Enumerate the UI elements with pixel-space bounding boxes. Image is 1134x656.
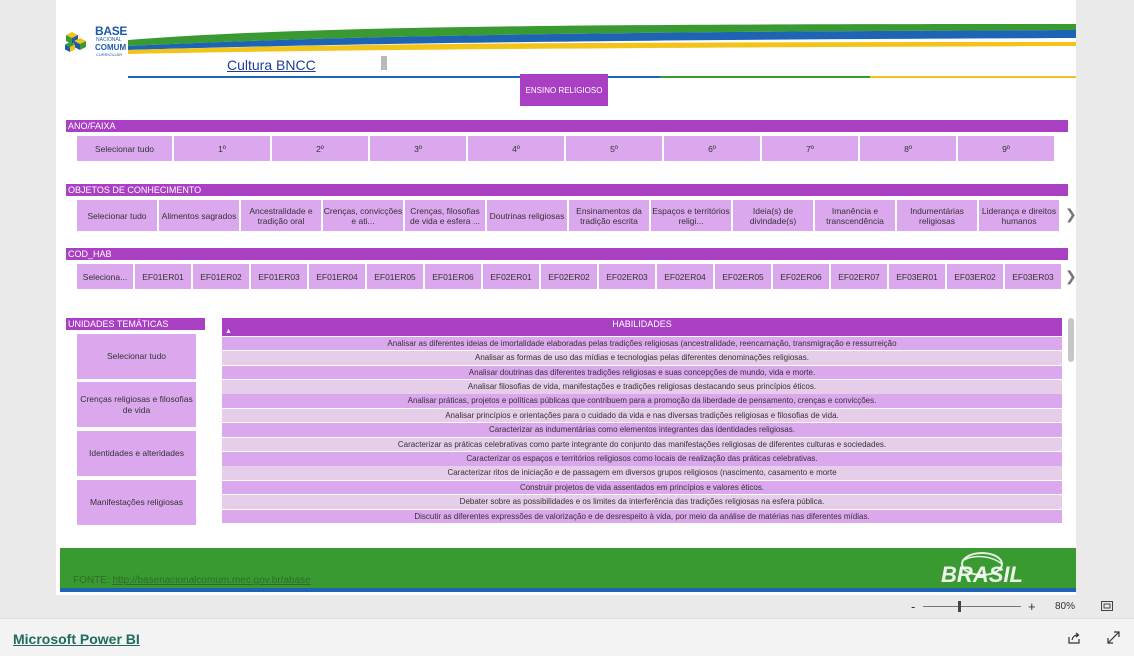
cod-option[interactable]: EF02ER03: [599, 264, 655, 289]
status-bar: [0, 596, 1134, 618]
objetos-slicer: Selecionar tudo Alimentos sagrados Ances…: [77, 200, 1059, 231]
ano-option-selecionar-tudo[interactable]: Selecionar tudo: [77, 136, 172, 161]
objeto-option[interactable]: Alimentos sagrados: [159, 200, 239, 231]
logo-text-comum: COMUM: [95, 43, 127, 52]
fit-to-page-icon[interactable]: [1101, 601, 1113, 611]
table-row[interactable]: Debater sobre as possibilidades e os lim…: [222, 495, 1062, 509]
ano-option-1[interactable]: 1º: [174, 136, 270, 161]
expand-icon[interactable]: [1107, 631, 1120, 644]
fonte-text: FONTE: http://basenacionalcomum.mec.gov.…: [73, 575, 311, 586]
ano-option-9[interactable]: 9º: [958, 136, 1054, 161]
cod-option[interactable]: EF02ER05: [715, 264, 771, 289]
title-scroll-marker: [381, 56, 387, 70]
cod-option[interactable]: EF03ER03: [1005, 264, 1061, 289]
zoom-level: 80%: [1055, 601, 1076, 612]
ensino-religioso-button[interactable]: ENSINO RELIGIOSO: [520, 74, 608, 106]
cubes-icon: [65, 32, 86, 52]
cod-option[interactable]: EF02ER06: [773, 264, 829, 289]
unidades-header: UNIDADES TEMÁTICAS: [66, 318, 205, 330]
objetos-header: OBJETOS DE CONHECIMENTO: [66, 184, 1068, 196]
cod-hab-header: COD_HAB: [66, 248, 1068, 260]
objeto-option[interactable]: Ideia(s) de divindade(s): [733, 200, 813, 231]
unidade-option[interactable]: Crenças religiosas e filosofias de vida: [77, 382, 196, 427]
habilidades-title: HABILIDADES: [612, 319, 672, 329]
objeto-option[interactable]: Ensinamentos da tradição escrita: [569, 200, 649, 231]
ano-faixa-slicer: Selecionar tudo 1º 2º 3º 4º 5º 6º 7º 8º …: [77, 136, 1054, 161]
table-scrollbar[interactable]: [1068, 318, 1074, 362]
objeto-option[interactable]: Indumentárias religiosas: [897, 200, 977, 231]
cod-option[interactable]: EF02ER01: [483, 264, 539, 289]
chevron-right-icon[interactable]: ❯: [1065, 206, 1076, 223]
cod-option-selecionar-tudo[interactable]: Seleciona...: [77, 264, 133, 289]
bottom-bar: [0, 618, 1134, 656]
cod-option[interactable]: EF02ER07: [831, 264, 887, 289]
table-row[interactable]: Caracterizar ritos de iniciação e de pas…: [222, 466, 1062, 480]
report-canvas: BASE NACIONAL COMUM CURRICULAR Cultura B…: [56, 0, 1076, 595]
cod-option[interactable]: EF01ER05: [367, 264, 423, 289]
table-row[interactable]: Analisar filosofias de vida, manifestaçõ…: [222, 380, 1062, 394]
cod-option[interactable]: EF01ER06: [425, 264, 481, 289]
fonte-link[interactable]: http://basenacionalcomum.mec.gov.br/abas…: [112, 575, 310, 586]
ano-option-3[interactable]: 3º: [370, 136, 466, 161]
table-row[interactable]: Discutir as diferentes expressões de val…: [222, 509, 1062, 524]
table-row[interactable]: Analisar as diferentes ideias de imortal…: [222, 336, 1062, 351]
ano-option-5[interactable]: 5º: [566, 136, 662, 161]
table-row[interactable]: Analisar princípios e orientações para o…: [222, 408, 1062, 423]
zoom-in-button[interactable]: +: [1028, 599, 1036, 614]
cod-option[interactable]: EF02ER02: [541, 264, 597, 289]
share-icon[interactable]: [1067, 631, 1081, 645]
objeto-option[interactable]: Crenças, filosofias de vida e esfera ...: [405, 200, 485, 231]
habilidades-header[interactable]: HABILIDADES ▲: [222, 318, 1062, 336]
table-row[interactable]: Caracterizar as práticas celebrativas co…: [222, 437, 1062, 452]
objeto-option[interactable]: Doutrinas religiosas: [487, 200, 567, 231]
ano-option-7[interactable]: 7º: [762, 136, 858, 161]
table-row[interactable]: Caracterizar os espaços e territórios re…: [222, 452, 1062, 466]
table-row[interactable]: Caracterizar as indumentárias como eleme…: [222, 423, 1062, 437]
ano-option-4[interactable]: 4º: [468, 136, 564, 161]
cod-option[interactable]: EF02ER04: [657, 264, 713, 289]
fonte-label: FONTE:: [73, 575, 110, 586]
objeto-option[interactable]: Espaços e territórios religi...: [651, 200, 731, 231]
cod-option[interactable]: EF01ER02: [193, 264, 249, 289]
zoom-slider-thumb[interactable]: [958, 601, 962, 612]
chevron-right-icon[interactable]: ❯: [1065, 268, 1076, 285]
sort-up-icon[interactable]: ▲: [225, 328, 232, 335]
table-row[interactable]: Analisar práticas, projetos e políticas …: [222, 394, 1062, 408]
table-row[interactable]: Analisar doutrinas das diferentes tradiç…: [222, 365, 1062, 380]
table-row[interactable]: Analisar as formas de uso das mídias e t…: [222, 351, 1062, 365]
ano-faixa-header: ANO/FAIXA: [66, 120, 1068, 132]
cod-option[interactable]: EF01ER03: [251, 264, 307, 289]
header-banner: [128, 24, 1076, 78]
bncc-logo: BASE NACIONAL COMUM CURRICULAR: [64, 24, 136, 60]
cultura-bncc-link[interactable]: Cultura BNCC: [227, 57, 316, 73]
footer-stripe: [60, 588, 1076, 592]
habilidades-table: HABILIDADES ▲ Analisar as diferentes ide…: [222, 318, 1062, 524]
brasil-logo: BRASIL: [941, 552, 1023, 587]
logo-text-curricular: CURRICULAR: [96, 52, 123, 57]
ano-option-8[interactable]: 8º: [860, 136, 956, 161]
objeto-option-selecionar-tudo[interactable]: Selecionar tudo: [77, 200, 157, 231]
cod-option[interactable]: EF03ER02: [947, 264, 1003, 289]
zoom-out-button[interactable]: -: [911, 599, 915, 614]
brasil-logo-text: BRASIL: [941, 562, 1023, 587]
objeto-option[interactable]: Liderança e direitos humanos: [979, 200, 1059, 231]
objeto-option[interactable]: Crenças, convicções e ati...: [323, 200, 403, 231]
cod-option[interactable]: EF01ER04: [309, 264, 365, 289]
logo-text-base: BASE: [95, 24, 128, 38]
cod-option[interactable]: EF03ER01: [889, 264, 945, 289]
unidade-option[interactable]: Manifestações religiosas: [77, 480, 196, 525]
zoom-slider-track[interactable]: [923, 606, 1021, 607]
unidade-option-selecionar-tudo[interactable]: Selecionar tudo: [77, 334, 196, 379]
objeto-option[interactable]: Ancestralidade e tradição oral: [241, 200, 321, 231]
unidade-option[interactable]: Identidades e alteridades: [77, 431, 196, 476]
objeto-option[interactable]: Imanência e transcendência: [815, 200, 895, 231]
table-row[interactable]: Construir projetos de vida assentados em…: [222, 480, 1062, 495]
ano-option-6[interactable]: 6º: [664, 136, 760, 161]
cod-option[interactable]: EF01ER01: [135, 264, 191, 289]
cod-hab-slicer: Seleciona... EF01ER01 EF01ER02 EF01ER03 …: [77, 264, 1061, 289]
powerbi-link[interactable]: Microsoft Power BI: [13, 631, 140, 647]
ano-option-2[interactable]: 2º: [272, 136, 368, 161]
